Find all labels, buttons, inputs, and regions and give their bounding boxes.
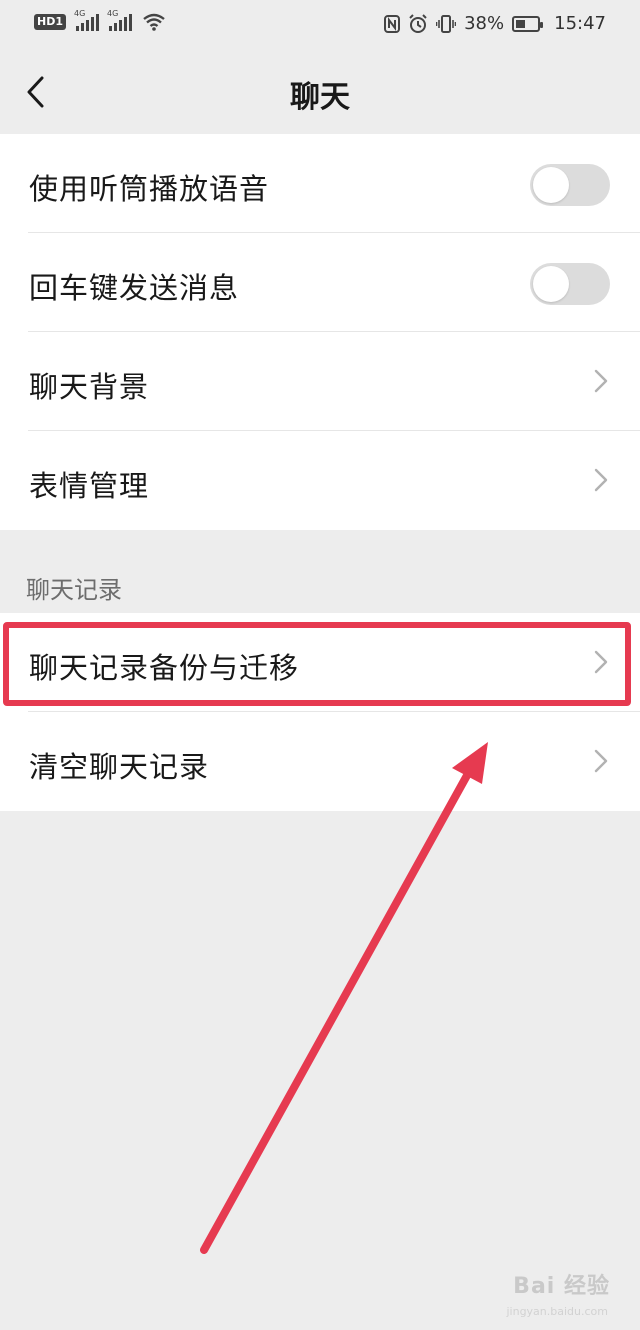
- toggle-knob: [533, 167, 569, 203]
- setting-row-sticker-management[interactable]: 表情管理: [0, 431, 640, 530]
- status-bar-left: HD1 4G 4G: [34, 9, 166, 31]
- setting-label: 表情管理: [29, 469, 150, 503]
- section-title-chat-history: 聊天记录: [26, 576, 122, 604]
- chevron-right-icon: [594, 468, 608, 492]
- earpiece-audio-toggle[interactable]: [530, 164, 610, 206]
- enter-to-send-toggle[interactable]: [530, 263, 610, 305]
- signal-type-label: 4G: [74, 9, 86, 18]
- setting-label: 使用听筒播放语音: [29, 172, 270, 206]
- title-bar: 聊天: [0, 50, 640, 134]
- setting-label: 聊天背景: [29, 370, 150, 404]
- chevron-right-icon: [594, 369, 608, 393]
- setting-row-clear-history[interactable]: 清空聊天记录: [0, 712, 640, 811]
- setting-row-earpiece-audio[interactable]: 使用听筒播放语音: [0, 134, 640, 233]
- watermark-url: jingyan.baidu.com: [506, 1305, 608, 1318]
- cell-signal-icon: 4G: [74, 9, 99, 31]
- wifi-icon: [143, 13, 165, 31]
- clock: 15:47: [554, 13, 606, 34]
- battery-icon: [512, 15, 544, 32]
- setting-label: 回车键发送消息: [29, 271, 240, 305]
- chevron-right-icon: [594, 749, 608, 773]
- battery-percent: 38%: [464, 13, 505, 34]
- page-title: 聊天: [290, 80, 350, 115]
- status-bar: HD1 4G 4G 38% 15:47: [0, 0, 640, 50]
- highlight-box: [3, 622, 631, 706]
- status-bar-right: 38% 15:47: [384, 13, 606, 34]
- cell-signal-icon-2: 4G: [107, 9, 132, 31]
- hd-badge: HD1: [34, 14, 66, 30]
- setting-row-chat-background[interactable]: 聊天背景: [0, 332, 640, 431]
- setting-row-enter-to-send[interactable]: 回车键发送消息: [0, 233, 640, 332]
- settings-group-general: 使用听筒播放语音 回车键发送消息 聊天背景 表情管理: [0, 134, 640, 530]
- nfc-icon: [384, 14, 401, 33]
- toggle-knob: [533, 266, 569, 302]
- vibrate-icon: [436, 14, 457, 33]
- watermark-logo: Bai 经验: [513, 1274, 610, 1299]
- alarm-icon: [409, 13, 427, 33]
- setting-label: 清空聊天记录: [29, 750, 210, 784]
- signal-type-label-2: 4G: [107, 9, 119, 18]
